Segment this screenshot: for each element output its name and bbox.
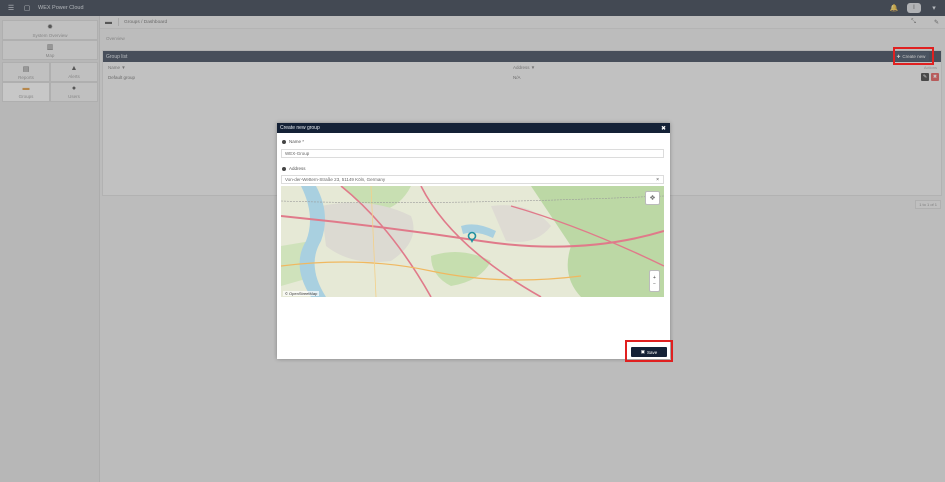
close-icon[interactable]: ✖ [661,125,666,132]
tag-icon [282,139,286,144]
layers-icon[interactable]: ❖ [645,191,660,205]
name-field[interactable]: WEX-Group [281,149,664,158]
map-attribution[interactable]: © OpenStreetMap [283,291,320,296]
location-pin-icon [282,166,286,171]
zoom-out-button[interactable]: − [653,281,656,287]
address-label-text: Address [289,166,306,171]
name-label-text: Name * [289,139,305,144]
map-view[interactable]: ❖ + − © OpenStreetMap [281,186,664,297]
address-label: Address [282,166,306,171]
name-field-value: WEX-Group [285,151,310,156]
highlight-create-button [893,47,934,65]
modal-title: Create new group [280,125,320,131]
modal-header: Create new group ✖ [277,123,670,133]
address-field[interactable]: Von-der-Wettern-Straße 23, 51149 Köln, G… [281,175,664,184]
create-group-modal: Create new group ✖ Name * WEX-Group Addr… [277,123,670,359]
zoom-control[interactable]: + − [649,270,660,292]
map-tiles [281,186,664,297]
name-label: Name * [282,139,304,144]
clear-icon[interactable]: × [656,177,659,183]
address-field-value: Von-der-Wettern-Straße 23, 51149 Köln, G… [285,177,386,182]
highlight-save-button [625,340,673,362]
